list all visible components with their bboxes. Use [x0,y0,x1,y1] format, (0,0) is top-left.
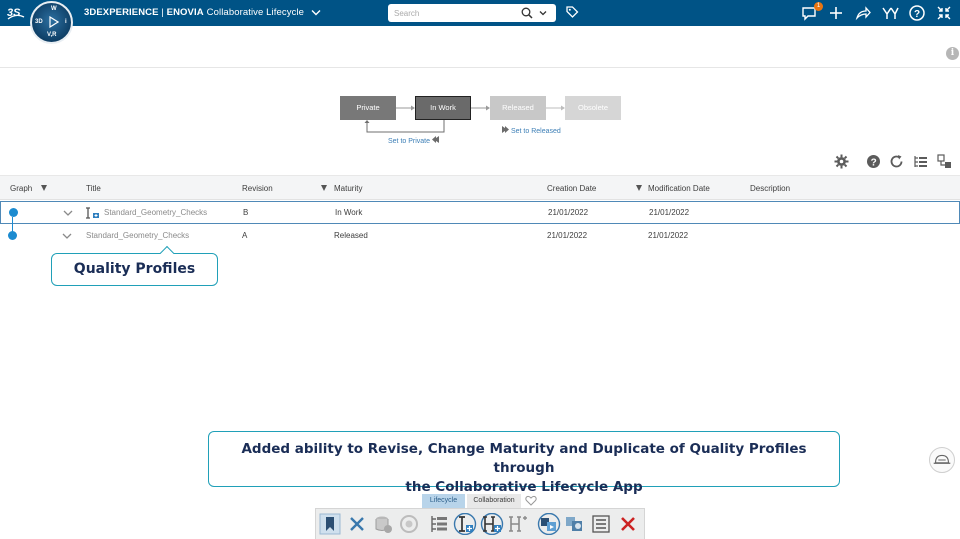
top-bar: 3S 3DEXPERIENCE | ENOVIA Collaborative Li… [0,0,960,26]
row-title: Standard_Geometry_Checks [104,208,208,217]
cancel-icon[interactable] [346,513,368,535]
modification-sort-icon[interactable] [636,185,642,191]
callout-line-1: Added ability to Revise, Change Maturity… [241,441,807,476]
expand-chevron-icon[interactable] [62,233,72,239]
col-modification-date[interactable]: Modification Date [648,184,710,193]
favorite-heart-icon[interactable] [525,495,537,506]
table-row[interactable]: Standard_Geometry_Checks A Released 21/0… [0,224,960,247]
revise-icon[interactable] [452,513,478,535]
promote-back-icon [431,136,439,143]
settings-wheel-icon[interactable] [398,513,420,535]
col-description[interactable]: Description [750,184,790,193]
row-title: Standard_Geometry_Checks [86,231,190,240]
callout-line-2: the Collaborative Lifecycle App [405,479,643,495]
duplicate-icon[interactable] [479,513,505,535]
tree-structure-icon[interactable] [428,513,450,535]
col-graph[interactable]: Graph [10,184,32,193]
set-to-private-label: Set to Private [388,138,431,145]
feature-callout: Added ability to Revise, Change Maturity… [208,431,840,495]
lifecycle-config-icon[interactable] [564,513,586,535]
share-icon[interactable] [854,4,872,22]
state-private[interactable]: Private [340,96,396,120]
callout-small-text: Quality Profiles [73,261,196,277]
callout-pointer [159,245,175,261]
col-creation-date[interactable]: Creation Date [547,184,596,193]
row-revision: A [242,231,248,240]
help-circle-icon[interactable]: ? [866,154,881,169]
tab-lifecycle[interactable]: Lifecycle [422,494,465,508]
row-maturity: Released [334,231,368,240]
search-scope-chevron-icon[interactable] [538,8,548,18]
col-title[interactable]: Title [86,184,101,193]
side-panel-helmet-icon[interactable] [929,447,955,473]
tree-list-icon[interactable] [913,154,928,169]
svg-text:?: ? [871,157,877,168]
settings-gear-icon[interactable] [834,154,849,169]
row-creation-date: 21/01/2022 [548,208,589,217]
close-red-icon[interactable] [617,513,639,535]
expand-chevron-icon[interactable] [63,210,73,216]
divider [0,67,960,68]
graph-node [9,208,18,217]
refresh-icon[interactable] [889,154,904,169]
compass-play-icon [49,16,59,28]
bookmark-icon[interactable] [319,513,341,535]
table-row[interactable]: Standard_Geometry_Checks B In Work 21/01… [0,201,960,224]
search-input[interactable] [394,7,514,19]
promote-forward-icon [502,126,509,133]
quality-profiles-callout: Quality Profiles [51,245,218,286]
compass-left-label: 3D [35,19,43,25]
change-maturity-icon[interactable] [536,513,562,535]
notification-badge: 1 [814,2,823,11]
row-revision: B [243,208,249,217]
tag-icon[interactable] [565,5,579,19]
state-obsolete[interactable]: Obsolete [565,96,621,120]
svg-text:3S: 3S [7,7,21,19]
quality-profile-icon [86,207,99,219]
set-to-released-link[interactable]: Set to Released [501,126,561,135]
info-icon[interactable]: i [946,47,959,60]
brand-product: ENOVIA [166,7,204,18]
fullscreen-exit-icon[interactable] [935,4,953,22]
list-icon[interactable] [590,513,612,535]
compass-top-label: W [51,6,57,12]
tab-collaboration[interactable]: Collaboration [467,494,521,508]
add-icon[interactable] [827,4,845,22]
col-revision[interactable]: Revision [242,184,273,193]
compass-right-label: i [65,19,67,25]
search-icon[interactable] [521,7,533,19]
graph-node [8,231,17,240]
row-creation-date: 21/01/2022 [547,231,588,240]
row-modification-date: 21/01/2022 [649,208,690,217]
search-box [388,4,556,22]
set-to-private-link[interactable]: Set to Private [388,136,440,145]
action-bar [315,508,645,539]
svg-text:?: ? [914,9,920,20]
app-name: Collaborative Lifecycle [206,7,305,18]
table-header: Graph Title Revision Maturity Creation D… [0,175,960,200]
branch-icon[interactable] [507,513,529,535]
compass-icon[interactable]: W 3D i V,R [30,1,73,44]
state-released[interactable]: Released [490,96,546,120]
set-to-released-label: Set to Released [510,128,561,135]
database-icon[interactable] [372,513,394,535]
graph-filter-icon[interactable] [41,185,47,191]
col-maturity[interactable]: Maturity [334,184,362,193]
maturity-sort-icon[interactable] [321,185,327,191]
compass-bottom-label: V,R [47,32,57,38]
help-icon[interactable]: ? [908,4,926,22]
row-modification-date: 21/01/2022 [648,231,689,240]
app-menu-chevron-icon[interactable] [311,9,321,16]
display-options-icon[interactable] [937,154,952,169]
brand-title[interactable]: 3DEXPERIENCE | ENOVIA Collaborative Lifec… [84,7,321,18]
collaborative-tools-icon[interactable] [881,4,899,22]
brand-separator: | [158,7,167,18]
dassault-logo-icon[interactable]: 3S [6,4,26,22]
brand-prefix: 3DEXPERIENCE [84,7,159,18]
state-in-work[interactable]: In Work [415,96,471,120]
row-maturity: In Work [335,208,363,217]
